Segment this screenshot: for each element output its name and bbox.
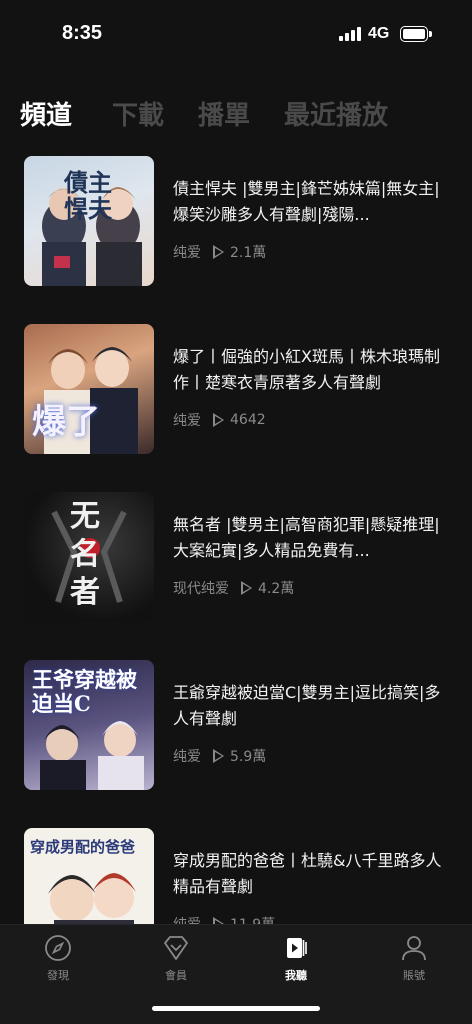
play-count-icon [213, 917, 224, 924]
list-item[interactable]: 王爷穿越被迫当C 王爺穿越被迫當C|雙男主|逗比搞笑|多人有聲劇 纯爱 5.9萬 [0, 654, 472, 794]
cover-image: 无名者 [24, 492, 154, 622]
item-play-count: 2.1萬 [230, 245, 267, 261]
item-meta: 纯爱 5.9萬 [173, 746, 266, 766]
nav-listen-label: 我聽 [285, 969, 307, 982]
nav-vip-label: 會員 [165, 969, 187, 982]
signal-strength-icon [339, 27, 361, 41]
play-count-icon [213, 413, 224, 427]
nav-account[interactable]: 賬號 [374, 933, 454, 983]
item-play-count: 4642 [230, 412, 266, 428]
item-title: 無名者 |雙男主|高智商犯罪|懸疑推理|大案紀實|多人精品免費有... [173, 515, 440, 560]
item-meta: 纯爱 4642 [173, 410, 266, 430]
person-icon [402, 936, 426, 961]
item-title: 爆了丨倔強的小紅X斑馬丨株木琅瑪制作丨楚寒衣青原著多人有聲劇 [173, 347, 440, 392]
list-item[interactable]: 无名者 無名者 |雙男主|高智商犯罪|懸疑推理|大案紀實|多人精品免費有... … [0, 486, 472, 626]
nav-discover-label: 發現 [47, 969, 69, 982]
network-type: 4G [368, 25, 390, 42]
item-play-count: 11.9萬 [230, 914, 275, 924]
top-tabs: 頻道 下載 播單 最近播放 [20, 96, 422, 136]
cover-image: 爆了 [24, 324, 154, 454]
list-item[interactable]: 爆了 爆了丨倔強的小紅X斑馬丨株木琅瑪制作丨楚寒衣青原著多人有聲劇 纯爱 464… [0, 318, 472, 458]
cover-title: 穿成男配的爸爸 [30, 838, 136, 856]
tab-channels[interactable]: 頻道 [20, 96, 72, 136]
list-item[interactable]: 穿成男配的爸爸 穿成男配的爸爸丨杜驍&八千里路多人精品有聲劇 纯爱 11.9萬 [0, 822, 472, 924]
play-count-icon [213, 749, 224, 763]
item-title: 債主悍夫 |雙男主|鋒芒姊妹篇|無女主|爆笑沙雕多人有聲劇|殘陽... [173, 179, 440, 224]
item-play-count: 5.9萬 [230, 749, 267, 765]
compass-icon [45, 935, 71, 961]
item-tag: 现代纯爱 [173, 581, 229, 597]
nav-discover[interactable]: 發現 [18, 933, 98, 983]
nav-account-label: 賬號 [403, 969, 425, 982]
item-tag: 纯爱 [173, 413, 201, 429]
cover-title: 爆了 [32, 402, 100, 442]
battery-icon [400, 26, 432, 42]
cover-title: 債主悍夫 [64, 168, 112, 223]
nav-listen[interactable]: 我聽 [256, 933, 336, 983]
tab-downloads[interactable]: 下載 [112, 96, 164, 136]
vip-diamond-icon [164, 936, 188, 960]
item-title: 穿成男配的爸爸丨杜驍&八千里路多人精品有聲劇 [173, 851, 442, 896]
item-play-count: 4.2萬 [258, 581, 295, 597]
play-count-icon [241, 581, 252, 595]
tab-playlists[interactable]: 播單 [198, 96, 250, 136]
item-meta: 现代纯爱 4.2萬 [173, 578, 294, 598]
status-bar: 8:35 4G [0, 0, 472, 70]
status-time: 8:35 [62, 22, 103, 44]
listen-play-icon [287, 938, 307, 958]
cover-image: 王爷穿越被迫当C [24, 660, 154, 790]
item-tag: 纯爱 [173, 914, 201, 924]
list-item[interactable]: 債主悍夫 債主悍夫 |雙男主|鋒芒姊妹篇|無女主|爆笑沙雕多人有聲劇|殘陽...… [0, 150, 472, 290]
tab-recent[interactable]: 最近播放 [284, 96, 388, 136]
item-tag: 纯爱 [173, 245, 201, 261]
nav-vip[interactable]: 會員 [136, 933, 216, 983]
cover-title: 无名者 [70, 499, 100, 610]
cover-image: 債主悍夫 [24, 156, 154, 286]
play-count-icon [213, 245, 224, 259]
item-meta: 纯爱 2.1萬 [173, 242, 266, 262]
item-tag: 纯爱 [173, 749, 201, 765]
cover-image: 穿成男配的爸爸 [24, 828, 154, 924]
cover-title: 王爷穿越被迫当C [32, 667, 137, 716]
channel-list: 債主悍夫 債主悍夫 |雙男主|鋒芒姊妹篇|無女主|爆笑沙雕多人有聲劇|殘陽...… [0, 150, 472, 924]
home-indicator [152, 1006, 320, 1011]
item-meta: 纯爱 11.9萬 [173, 914, 275, 924]
item-title: 王爺穿越被迫當C|雙男主|逗比搞笑|多人有聲劇 [173, 683, 441, 728]
